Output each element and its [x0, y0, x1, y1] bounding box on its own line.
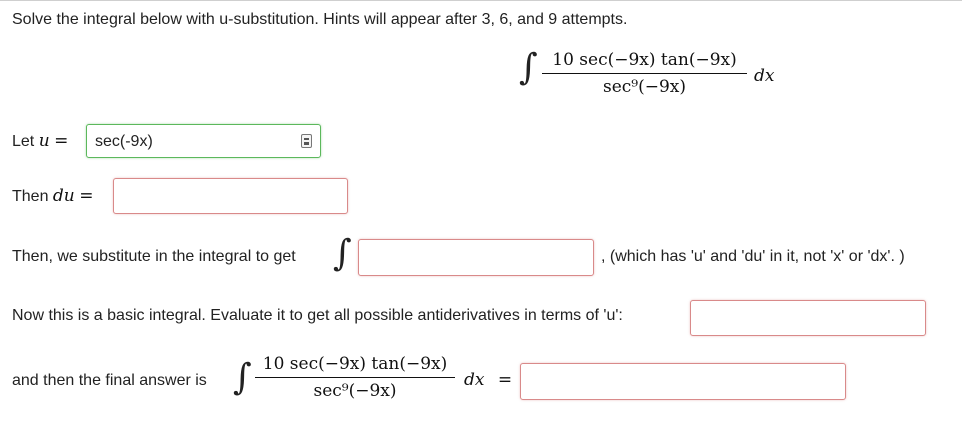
fraction-bar — [542, 73, 747, 74]
integral-numerator: 10 sec(−9x) tan(−9x) — [552, 50, 737, 70]
let-u-label: Let u = — [12, 131, 68, 151]
integral-differential: dx — [754, 66, 775, 86]
then-du-label: Then du = — [12, 186, 93, 206]
basic-integral-label: Now this is a basic integral. Evaluate i… — [12, 307, 623, 324]
substitute-suffix: , (which has 'u' and 'du' in it, not 'x'… — [601, 248, 905, 265]
final-answer-input[interactable] — [520, 363, 846, 400]
let-text: Let — [12, 133, 35, 150]
du-variable: du — [52, 186, 75, 206]
du-equals: = — [79, 186, 94, 206]
antiderivative-input[interactable] — [690, 300, 926, 336]
du-input[interactable] — [113, 178, 348, 214]
preview-icon[interactable] — [301, 134, 312, 148]
u-input-value: sec(-9x) — [95, 133, 153, 150]
final-differential: dx — [464, 370, 485, 390]
final-equals: = — [497, 370, 513, 390]
instructions-text: Solve the integral below with u-substitu… — [12, 11, 628, 28]
substitute-input[interactable] — [358, 239, 594, 276]
substitute-label: Then, we substitute in the integral to g… — [12, 248, 296, 265]
integral-sign: ∫ — [519, 47, 538, 88]
top-border — [0, 0, 962, 1]
final-integral-denominator: sec⁹(−9x) — [313, 381, 397, 401]
final-answer-label: and then the final answer is — [12, 372, 207, 389]
integral-denominator: sec⁹(−9x) — [602, 77, 687, 97]
final-fraction-bar — [255, 377, 455, 378]
final-integral-numerator: 10 sec(−9x) tan(−9x) — [262, 354, 448, 374]
then-text: Then — [12, 188, 49, 205]
u-equals: = — [54, 131, 69, 151]
integral-fraction: 10 sec(−9x) tan(−9x) sec⁹(−9x) — [542, 50, 747, 97]
final-integral-sign: ∫ — [233, 357, 252, 398]
substitute-integral-sign: ∫ — [333, 233, 352, 274]
u-variable: u — [38, 131, 50, 151]
final-differential-equals: dx = — [464, 370, 512, 390]
u-input[interactable]: sec(-9x) — [86, 124, 321, 158]
final-integral-fraction: 10 sec(−9x) tan(−9x) sec⁹(−9x) — [255, 354, 455, 401]
